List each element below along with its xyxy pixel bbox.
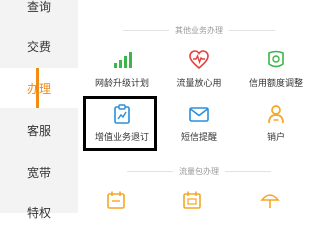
sidebar-item-query[interactable]: 查询 — [0, 0, 78, 26]
grid-item-cancel-account[interactable]: 销户 — [236, 104, 316, 156]
sidebar-item-label: 查询 — [26, 0, 51, 14]
grid-item-label: 短信提醒 — [180, 133, 217, 143]
grid-item-label: 流量放心用 — [176, 79, 222, 89]
sidebar-item-payment[interactable]: 交费 — [0, 26, 78, 66]
grid-item-data-worry-free[interactable]: 流量放心用 — [159, 50, 239, 102]
sidebar-item-label: 交费 — [26, 39, 51, 54]
sidebar-item-service[interactable]: 客服 — [0, 110, 78, 150]
calendar-icon[interactable] — [182, 190, 202, 210]
grid-item-credit-limit-adjust[interactable]: 信用额度调整 — [236, 50, 316, 102]
umbrella-icon[interactable] — [260, 190, 280, 210]
grid-item-sms-reminder[interactable]: 短信提醒 — [159, 104, 239, 156]
sidebar-item-privilege[interactable]: 特权 — [0, 192, 78, 232]
sidebar-item-label: 特权 — [26, 205, 51, 220]
sidebar-item-broadband[interactable]: 宽带 — [0, 152, 78, 192]
divider — [123, 29, 169, 31]
section-title: 流量包办理 — [179, 166, 219, 176]
person-remove-icon — [266, 104, 286, 124]
section-title: 其他业务办理 — [175, 25, 223, 35]
divider — [225, 170, 271, 172]
sidebar-item-label: 办理 — [26, 81, 51, 96]
envelope-icon — [189, 104, 209, 124]
calendar-icon[interactable] — [106, 190, 126, 210]
grid-item-label: 网龄升级计划 — [94, 79, 149, 89]
heart-heartbeat-icon — [189, 50, 209, 70]
selection-highlight — [83, 96, 157, 151]
divider — [127, 170, 173, 172]
section-header-other: 其他业务办理 — [78, 23, 320, 37]
divider — [229, 29, 275, 31]
sidebar-item-label: 宽带 — [26, 165, 51, 180]
grid-item-label: 信用额度调整 — [248, 79, 303, 89]
signal-bars-icon — [112, 50, 132, 70]
grid-item-network-age-upgrade[interactable]: 网龄升级计划 — [82, 50, 162, 102]
grid-item-label: 销户 — [266, 133, 285, 143]
sidebar-item-handle[interactable]: 办理 — [0, 68, 78, 108]
sidebar: 查询 交费 办理 客服 宽带 特权 — [0, 0, 78, 220]
sidebar-item-label: 客服 — [26, 123, 51, 138]
section-header-data-package: 流量包办理 — [78, 164, 320, 178]
credit-badge-icon — [266, 50, 286, 70]
